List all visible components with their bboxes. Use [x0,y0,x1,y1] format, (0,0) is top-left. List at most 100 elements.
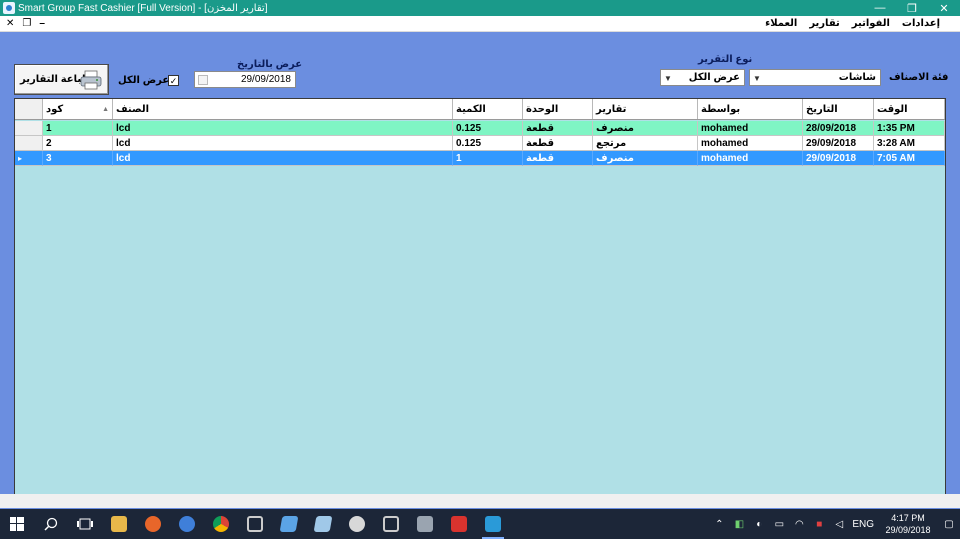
grid-header: كود ▲ الصنف الكمية الوحدة تقارير بواسطة … [15,99,945,120]
cell-item: lcd [113,121,453,136]
folder-icon [111,516,127,532]
app-button-gray[interactable] [408,509,442,539]
cell-date: 28/09/2018 [803,121,874,136]
mdi-close-icon[interactable]: ✕ [6,18,14,29]
cell-by: mohamed [698,136,803,151]
cell-unit: قطعة [523,121,593,136]
notifications-icon[interactable]: ▢ [942,518,956,530]
print-reports-button[interactable]: طباعة التقارير [14,64,109,95]
cell-code: 2 [43,136,113,151]
app-button-user[interactable] [340,509,374,539]
show-all-checkbox[interactable]: ✓ [168,75,179,86]
chevron-up-icon[interactable]: ⌃ [712,518,726,530]
sort-arrow-icon: ▲ [102,105,109,113]
cell-by: mohamed [698,121,803,136]
cell-code: 3 [43,151,113,166]
search-button[interactable] [34,509,68,539]
menu-settings[interactable]: إعدادات [902,18,940,29]
gray-app-icon [417,516,433,532]
report-type-select[interactable]: عرض الكل ▼ [660,69,745,86]
cell-item: lcd [113,151,453,166]
chevron-down-icon[interactable]: ▼ [752,73,762,83]
row-header[interactable] [15,136,43,151]
close-button[interactable]: ✕ [928,0,960,16]
start-button[interactable] [0,509,34,539]
security-icon[interactable]: ■ [812,518,826,530]
firefox-button[interactable] [136,509,170,539]
date-value: 29/09/2018 [240,74,291,85]
category-label: فئة الاصناف [889,72,949,83]
app-button-blue[interactable] [170,509,204,539]
notes-app-icon [313,516,333,532]
column-header-item[interactable]: الصنف [113,99,453,119]
task-view-button[interactable] [68,509,102,539]
mdi-minimize-icon[interactable]: – [39,18,45,29]
date-filter-label: عرض بالتاريخ [237,59,303,70]
cell-date: 29/09/2018 [803,136,874,151]
date-picker[interactable]: 29/09/2018 [194,71,296,88]
chrome-button[interactable] [204,509,238,539]
column-header-unit[interactable]: الوحدة [523,99,593,119]
row-header[interactable] [15,121,43,136]
table-row[interactable]: 1 lcd 0.125 قطعة منصرف mohamed 28/09/201… [15,121,945,136]
file-explorer-button[interactable] [102,509,136,539]
table-row[interactable]: 2 lcd 0.125 قطعة مرتجع mohamed 29/09/201… [15,136,945,151]
menu-bar: ✕ ❐ – إعدادات الفواتير تقارير العملاء [0,16,960,32]
column-header-qty[interactable]: الكمية [453,99,523,119]
window-title: Smart Group Fast Cashier [Full Version] … [18,2,268,14]
menu-customers[interactable]: العملاء [765,18,797,29]
cell-report: منصرف [593,121,698,136]
row-selected-marker-icon[interactable]: ▸ [15,151,43,166]
cell-qty: 1 [453,151,523,166]
cell-time: 1:35 PM [874,121,945,136]
app-button-window[interactable] [238,509,272,539]
cashier-app-icon [485,516,501,532]
tablet-app-icon [279,516,299,532]
app-button-notes[interactable] [306,509,340,539]
menu-reports[interactable]: تقارير [809,18,839,29]
tray-app-icon[interactable]: ◧ [732,518,746,530]
restore-button[interactable]: ❐ [896,0,928,16]
blue-circle-app-icon [179,516,195,532]
clock[interactable]: 4:17 PM 29/09/2018 [880,512,936,536]
column-header-time[interactable]: الوقت [874,99,945,119]
column-header-by[interactable]: بواسطة [698,99,803,119]
clock-date: 29/09/2018 [885,525,931,535]
user-app-icon [349,516,365,532]
app-button-red[interactable] [442,509,476,539]
chevron-down-icon[interactable]: ▼ [663,73,673,83]
language-indicator[interactable]: ENG [852,519,874,530]
windows-logo-icon [10,517,24,531]
date-enable-checkbox[interactable] [198,75,208,85]
printer-icon [80,70,102,90]
table-row-selected[interactable]: ▸ 3 lcd 1 قطعة منصرف mohamed 29/09/2018 … [15,151,945,166]
minimize-button[interactable]: — [864,0,896,16]
column-header-code[interactable]: كود ▲ [43,99,113,119]
app-button-window2[interactable] [374,509,408,539]
cell-by: mohamed [698,151,803,166]
chrome-icon [213,516,229,532]
display-icon[interactable]: ▭ [772,518,786,530]
cell-report: منصرف [593,151,698,166]
menu-invoices[interactable]: الفواتير [852,18,890,29]
app-button-tablet[interactable] [272,509,306,539]
column-header-code-label: كود [46,103,64,115]
status-strip [0,494,960,508]
category-select[interactable]: شاشات ▼ [749,69,881,86]
window-app-icon [383,516,399,532]
red-app-icon [451,516,467,532]
firefox-icon [145,516,161,532]
mdi-restore-icon[interactable]: ❐ [22,18,31,29]
column-header-report[interactable]: تقارير [593,99,698,119]
network-icon[interactable]: ◐ [752,518,766,530]
stock-reports-form: نوع التقرير فئة الاصناف شاشات ▼ عرض الكل… [0,33,960,508]
wifi-icon[interactable]: ◠ [792,518,806,530]
cell-unit: قطعة [523,151,593,166]
volume-icon[interactable]: ◁ [832,518,846,530]
stock-report-grid[interactable]: كود ▲ الصنف الكمية الوحدة تقارير بواسطة … [14,98,946,506]
report-type-label: نوع التقرير [698,54,753,65]
cell-time: 3:28 AM [874,136,945,151]
column-header-date[interactable]: التاريخ [803,99,874,119]
app-button-cashier[interactable] [476,509,510,539]
search-icon [44,517,58,531]
